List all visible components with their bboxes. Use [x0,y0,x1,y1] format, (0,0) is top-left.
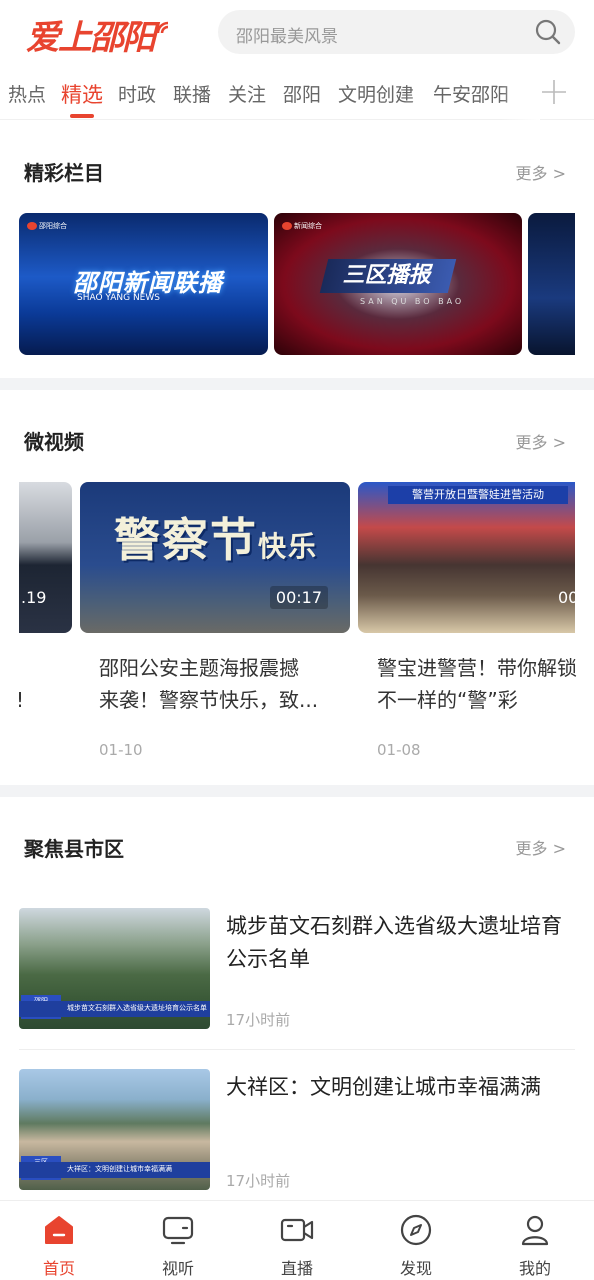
news-title-line1[interactable]: 大祥区：文明创建让城市幸福满满 [226,1071,541,1104]
station-logo: 邵阳综合 [27,221,67,231]
video-card-partial[interactable]: .19 [19,482,72,633]
home-icon [45,1216,73,1244]
user-icon [521,1215,549,1246]
program-card-partial[interactable] [528,213,575,355]
video-title-line2[interactable]: 来袭！警察节快乐，致... [99,682,318,718]
nav-discover-label: 发现 [399,1259,432,1278]
nav-live-label: 直播 [280,1259,313,1278]
program-subtitle: SAN QU BO BAO [360,297,465,306]
video-duration: .19 [21,588,47,607]
program-card[interactable]: 邵阳综合 邵阳新闻联播 SHAO YANG NEWS [19,213,268,355]
nav-home[interactable]: 首页 [9,1201,109,1280]
active-tab-indicator [70,114,94,118]
news-lower-third: 大祥区：文明创建让城市幸福满满 [19,1162,210,1178]
tab-follow[interactable]: 关注 [228,80,266,107]
tab-politics[interactable]: 时政 [118,80,156,107]
station-logo: 新闻综合 [282,221,322,231]
program-subtitle: SHAO YANG NEWS [77,293,160,303]
tab-hot[interactable]: 热点 [8,80,46,107]
live-camera-icon [280,1218,314,1242]
video-thumbnail-text: 警察节快乐 [114,513,319,567]
nav-me-label: 我的 [518,1259,551,1278]
compass-icon [400,1214,432,1246]
bottom-navigation: 首页 视听 直播 发现 我的 [0,1200,594,1280]
category-tabs: 热点 精选 时政 联播 关注 邵阳 文明创建 午安邵阳 [0,66,594,120]
video-title-partial[interactable]: ! [16,682,24,718]
tab-broadcast[interactable]: 联播 [173,80,211,107]
more-micro-video-link[interactable]: 更多 > [516,429,567,453]
more-county-link[interactable]: 更多 > [516,835,567,859]
program-card[interactable]: 新闻综合 三区播报 SAN QU BO BAO [274,213,522,355]
video-duration: 00 [558,588,575,607]
add-channel-icon[interactable] [540,78,568,106]
search-icon[interactable] [535,19,561,45]
search-bar[interactable]: 邵阳最美风景 [218,10,575,54]
video-date: 01-10 [99,741,143,759]
tab-fade [500,66,540,120]
news-divider [19,1049,575,1050]
video-date: 01-08 [377,741,421,759]
news-thumbnail[interactable]: 三区播报 大祥区：文明创建让城市幸福满满 [19,1069,210,1190]
app-header: 爱上邵阳 邵阳最美风景 [0,0,594,66]
video-title-line1[interactable]: 警宝进警营！带你解锁 [377,650,577,686]
video-title-line2[interactable]: 不一样的“警”彩 [377,682,518,718]
news-thumbnail[interactable]: 邵阳新闻联播 城步苗文石刻群入选省级大遗址培育公示名单 [19,908,210,1029]
news-time: 17小时前 [226,1011,291,1029]
section-title-micro-video: 微视频 [24,430,84,454]
section-divider [0,785,594,797]
video-card[interactable]: 警营开放日暨警娃进营活动 00 [358,482,575,633]
section-title-programs: 精彩栏目 [24,161,104,185]
section-divider [0,378,594,390]
nav-me[interactable]: 我的 [485,1201,585,1280]
program-title: 三区播报 [319,259,457,293]
tab-shaoyang[interactable]: 邵阳 [283,80,321,107]
section-title-county: 聚焦县市区 [24,837,124,861]
video-thumbnail-banner: 警营开放日暨警娃进营活动 [388,486,568,504]
tv-icon [162,1216,194,1245]
video-card[interactable]: 警察节快乐 00:17 [80,482,350,633]
app-logo[interactable]: 爱上邵阳 [26,10,169,59]
nav-live[interactable]: 直播 [247,1201,347,1280]
news-title-line2[interactable]: 公示名单 [226,943,310,976]
tab-noon[interactable]: 午安邵阳 [433,80,509,107]
video-title-line1[interactable]: 邵阳公安主题海报震撼 [99,650,299,686]
tab-featured[interactable]: 精选 [61,79,103,109]
signal-icon [156,21,169,34]
more-programs-link[interactable]: 更多 > [516,160,567,184]
news-title-line1[interactable]: 城步苗文石刻群入选省级大遗址培育 [226,910,562,943]
nav-home-label: 首页 [42,1259,75,1278]
nav-media-label: 视听 [161,1259,194,1278]
tab-civilization[interactable]: 文明创建 [338,80,414,107]
news-time: 17小时前 [226,1172,291,1190]
nav-media[interactable]: 视听 [128,1201,228,1280]
news-lower-third: 城步苗文石刻群入选省级大遗址培育公示名单 [19,1001,210,1017]
nav-discover[interactable]: 发现 [366,1201,466,1280]
video-duration: 00:17 [269,586,328,609]
search-placeholder[interactable]: 邵阳最美风景 [236,22,338,47]
